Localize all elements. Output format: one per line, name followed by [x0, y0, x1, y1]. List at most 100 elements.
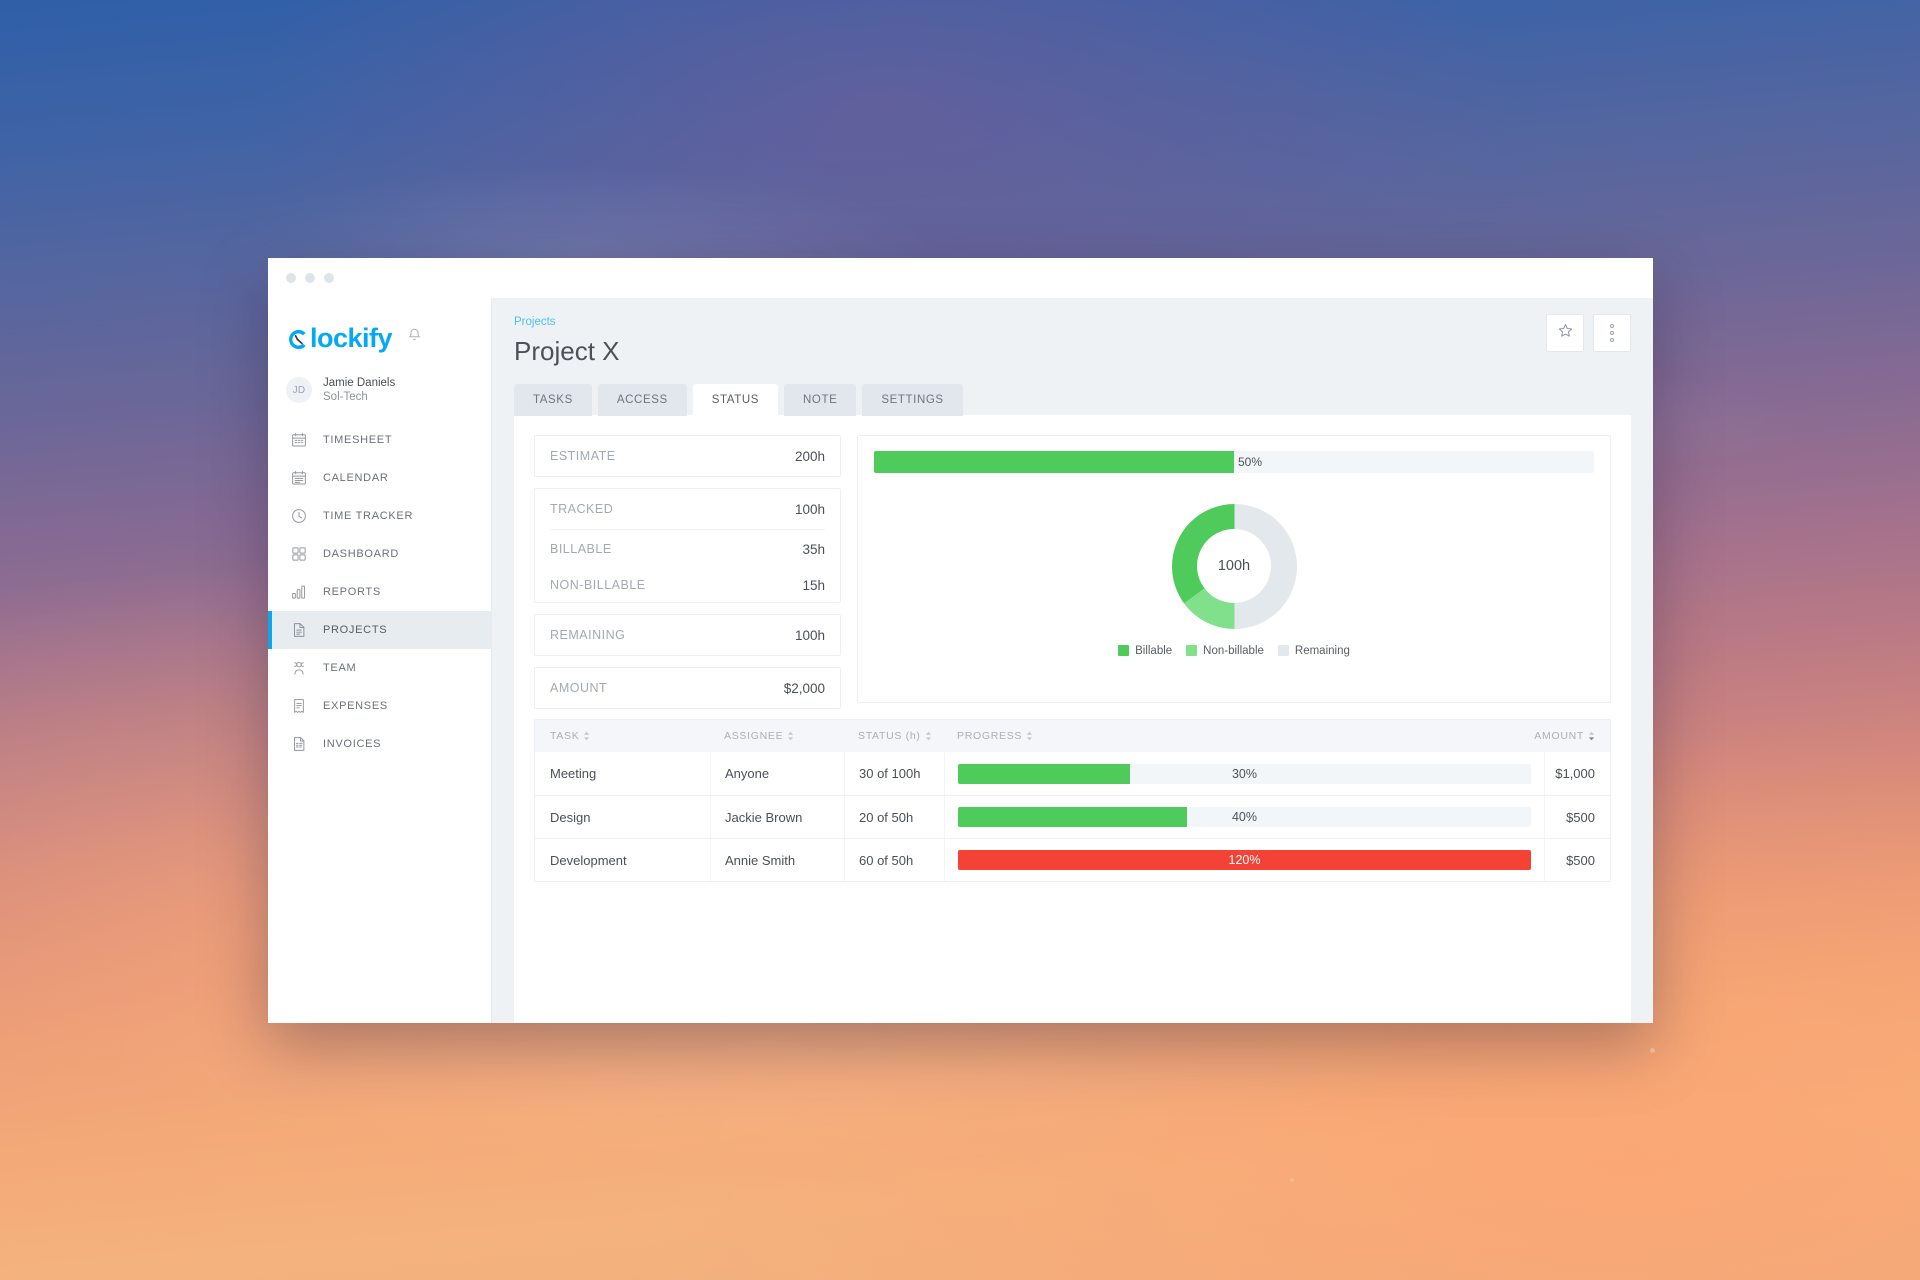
application-window: lockify JD Jamie Daniels Sol-Tech TIMESH…	[268, 258, 1653, 1023]
overall-progress-bar: 50%	[874, 451, 1594, 473]
legend-item: Non-billable	[1186, 645, 1264, 657]
legend-item: Billable	[1118, 645, 1172, 657]
bell-icon[interactable]	[406, 327, 423, 349]
sidebar-item-invoices[interactable]: INVOICES	[268, 725, 491, 763]
cell-assignee: Jackie Brown	[710, 796, 844, 838]
amount-card: AMOUNT $2,000	[534, 667, 841, 709]
column-header-status-h-[interactable]: STATUS (h)	[844, 730, 944, 742]
cell-task: Development	[550, 852, 627, 868]
legend-label: Non-billable	[1203, 644, 1264, 657]
sidebar: lockify JD Jamie Daniels Sol-Tech TIMESH…	[268, 298, 492, 1023]
sidebar-item-label: REPORTS	[323, 585, 381, 598]
tracked-label: TRACKED	[550, 502, 614, 516]
donut-center-label: 100h	[1197, 529, 1271, 603]
window-maximize-button[interactable]	[324, 273, 334, 283]
tab-access[interactable]: ACCESS	[597, 384, 687, 416]
main-content: Projects Project X TASKS ACCESS STATUS N…	[492, 298, 1653, 1023]
sidebar-item-team[interactable]: TEAM	[268, 649, 491, 687]
stat-cards: ESTIMATE 200h TRACKED 100h BILLABLE 35h …	[534, 435, 841, 709]
table-body: Meeting Anyone 30 of 100h 30% $1,000 Design Ja…	[535, 752, 1610, 881]
sidebar-item-reports[interactable]: REPORTS	[268, 573, 491, 611]
cell-assignee: Annie Smith	[710, 839, 844, 881]
remaining-card: REMAINING 100h	[534, 614, 841, 656]
remaining-value: 100h	[794, 627, 825, 643]
donut-chart: 100h	[1171, 503, 1297, 629]
calendar-lines-icon	[290, 469, 308, 487]
legend-item: Remaining	[1277, 645, 1350, 657]
billable-value: 35h	[802, 541, 825, 557]
estimate-value: 200h	[794, 448, 825, 464]
cell-progress: 30%	[944, 752, 1544, 795]
user-organization: Sol-Tech	[323, 391, 368, 404]
favorite-button[interactable]	[1546, 314, 1584, 352]
column-header-label: STATUS (h)	[858, 730, 921, 742]
brand-row: lockify	[268, 316, 491, 360]
cell-amount: $500	[1544, 796, 1610, 838]
sidebar-item-expenses[interactable]: EXPENSES	[268, 687, 491, 725]
sidebar-item-label: TIME TRACKER	[323, 509, 414, 522]
cell-assignee: Anyone	[710, 752, 844, 795]
column-header-label: TASK	[550, 730, 580, 742]
sidebar-item-label: CALENDAR	[323, 471, 389, 484]
window-close-button[interactable]	[286, 273, 296, 283]
column-header-task[interactable]: TASK	[535, 730, 710, 742]
legend-swatch	[1118, 645, 1130, 656]
sidebar-nav: TIMESHEET CALENDAR TIME TRACKER DASHBOARD RE…	[268, 421, 491, 763]
breadcrumb[interactable]: Projects	[514, 316, 1631, 328]
user-profile[interactable]: JD Jamie Daniels Sol-Tech	[268, 360, 491, 421]
sidebar-item-label: EXPENSES	[323, 699, 388, 712]
tracked-card: TRACKED 100h BILLABLE 35h NON-BILLABLE 1…	[534, 488, 841, 603]
cell-status: 20 of 50h	[844, 796, 944, 838]
table-row[interactable]: Development Annie Smith 60 of 50h 120% $500	[535, 838, 1610, 881]
document-icon	[290, 621, 308, 639]
brand-wordmark: lockify	[310, 322, 393, 353]
tab-status[interactable]: STATUS	[692, 384, 779, 416]
avatar: JD	[286, 377, 312, 404]
table-row[interactable]: Design Jackie Brown 20 of 50h 40% $500	[535, 795, 1610, 838]
grid-squares-icon	[290, 545, 308, 563]
progress-label: 40%	[1231, 810, 1258, 824]
tab-settings[interactable]: SETTINGS	[862, 384, 963, 416]
cell-status: 30 of 100h	[844, 752, 944, 795]
table-header-row: TASK ASSIGNEE STATUS (h) PROGRESS AMOUNT	[535, 720, 1610, 752]
sidebar-item-projects[interactable]: PROJECTS	[268, 610, 491, 649]
sort-arrows-icon	[583, 731, 590, 741]
sidebar-item-calendar[interactable]: CALENDAR	[268, 459, 491, 497]
clock-icon	[290, 507, 308, 525]
sidebar-item-timesheet[interactable]: TIMESHEET	[268, 421, 491, 459]
sidebar-item-label: PROJECTS	[323, 623, 388, 636]
sidebar-item-dashboard[interactable]: DASHBOARD	[268, 535, 491, 573]
column-header-assignee[interactable]: ASSIGNEE	[710, 730, 844, 742]
cell-progress: 120%	[944, 839, 1544, 881]
overall-progress-label: 50%	[1238, 455, 1263, 469]
window-minimize-button[interactable]	[305, 273, 315, 283]
cell-amount: $1,000	[1544, 752, 1610, 795]
non-billable-label: NON-BILLABLE	[550, 578, 646, 592]
estimate-label: ESTIMATE	[550, 449, 616, 463]
clockify-logo[interactable]: lockify	[286, 322, 393, 354]
tab-tasks[interactable]: TASKS	[514, 384, 592, 416]
table-row[interactable]: Meeting Anyone 30 of 100h 30% $1,000	[535, 752, 1610, 795]
sidebar-item-label: INVOICES	[323, 737, 382, 750]
kebab-menu-icon	[1610, 323, 1614, 344]
cell-task: Meeting	[550, 766, 597, 781]
invoice-icon	[290, 735, 308, 753]
sidebar-item-label: DASHBOARD	[323, 547, 399, 560]
tab-note[interactable]: NOTE	[784, 384, 857, 416]
sidebar-item-time-tracker[interactable]: TIME TRACKER	[268, 497, 491, 535]
page-header: Projects Project X	[514, 314, 1631, 367]
column-header-label: ASSIGNEE	[724, 730, 784, 742]
column-header-progress[interactable]: PROGRESS	[944, 730, 1526, 742]
progress-bar: 30%	[958, 763, 1531, 784]
column-header-label: AMOUNT	[1534, 730, 1584, 742]
clockify-c-clock-icon	[286, 327, 309, 350]
legend-swatch	[1277, 645, 1289, 656]
column-header-amount[interactable]: AMOUNT	[1526, 730, 1610, 742]
overall-progress-fill	[874, 451, 1234, 473]
amount-label: AMOUNT	[550, 681, 608, 695]
tracked-value: 100h	[794, 501, 825, 517]
sort-arrows-icon	[1588, 731, 1595, 741]
more-menu-button[interactable]	[1593, 314, 1631, 352]
column-header-label: PROGRESS	[957, 730, 1023, 742]
legend-label: Billable	[1135, 644, 1173, 657]
